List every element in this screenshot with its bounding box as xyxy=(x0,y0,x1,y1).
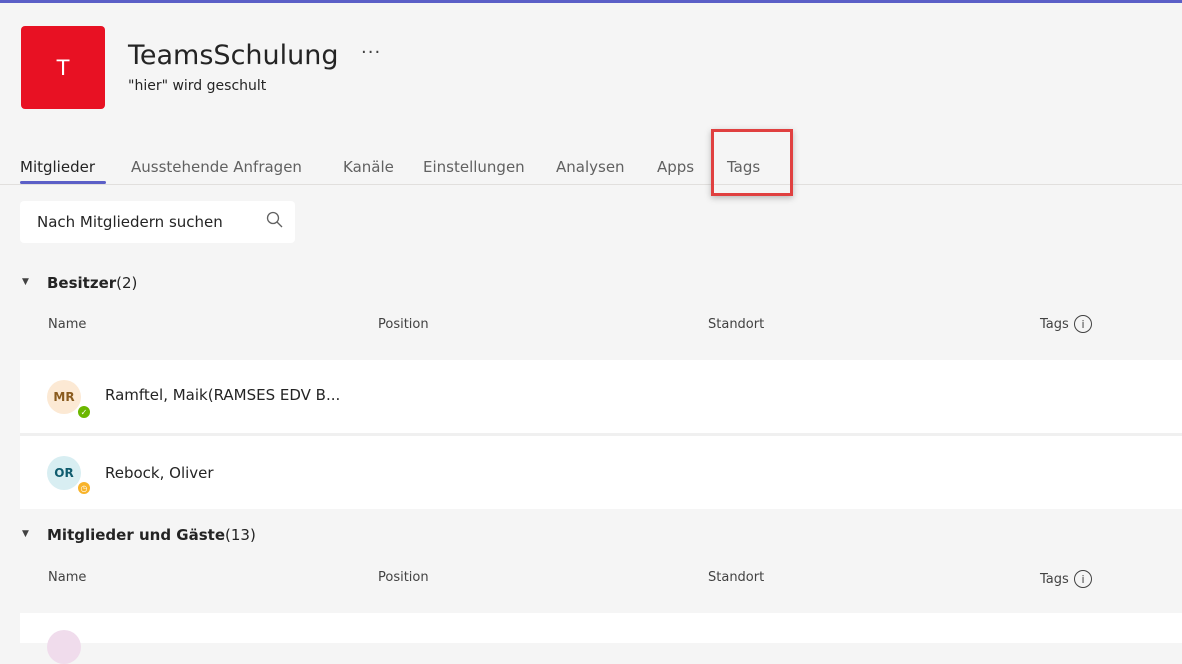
member-name[interactable]: Ramftel, Maik(RAMSES EDV B... xyxy=(105,386,340,404)
members-guests-count: (13) xyxy=(225,526,256,544)
column-header-location[interactable]: Standort xyxy=(708,317,764,332)
column-header-position[interactable]: Position xyxy=(378,317,429,332)
tab-einstellungen[interactable]: Einstellungen xyxy=(423,158,525,176)
more-options-icon[interactable]: ··· xyxy=(361,42,381,63)
avatar[interactable] xyxy=(47,630,81,664)
team-initial: T xyxy=(56,55,70,80)
section-title-owners: Besitzer xyxy=(47,274,117,292)
collapse-caret-icon[interactable]: ▼ xyxy=(22,277,29,287)
column-header-tags[interactable]: Tags xyxy=(1040,572,1069,587)
member-search-input[interactable]: Nach Mitgliedern suchen xyxy=(20,201,295,243)
member-name[interactable]: Rebock, Oliver xyxy=(105,464,214,482)
presence-available-icon: ✓ xyxy=(76,404,92,420)
tabs-divider xyxy=(0,184,1182,185)
member-row[interactable]: OR ◷ Rebock, Oliver xyxy=(20,436,1182,509)
column-header-name[interactable]: Name xyxy=(48,570,86,585)
team-tabs: Mitglieder Ausstehende Anfragen Kanäle E… xyxy=(0,156,1182,186)
tab-apps[interactable]: Apps xyxy=(657,158,694,176)
member-row[interactable] xyxy=(20,613,1182,664)
info-icon[interactable]: i xyxy=(1074,315,1092,333)
column-header-location[interactable]: Standort xyxy=(708,570,764,585)
info-icon[interactable]: i xyxy=(1074,570,1092,588)
team-description: "hier" wird geschult xyxy=(128,78,267,94)
owners-count: (2) xyxy=(116,274,138,292)
column-header-name[interactable]: Name xyxy=(48,317,86,332)
tab-kanaele[interactable]: Kanäle xyxy=(343,158,394,176)
member-row[interactable]: MR ✓ Ramftel, Maik(RAMSES EDV B... xyxy=(20,360,1182,433)
tab-ausstehende-anfragen[interactable]: Ausstehende Anfragen xyxy=(131,158,302,176)
tab-mitglieder[interactable]: Mitglieder xyxy=(20,158,95,176)
avatar-initials: OR xyxy=(54,466,74,480)
tags-tab-highlight xyxy=(711,129,793,196)
search-icon[interactable] xyxy=(265,210,285,230)
column-header-position[interactable]: Position xyxy=(378,570,429,585)
team-avatar: T xyxy=(21,26,105,109)
top-accent-line xyxy=(0,0,1182,3)
search-placeholder: Nach Mitgliedern suchen xyxy=(37,213,223,231)
section-title-members-guests: Mitglieder und Gäste xyxy=(47,526,225,544)
presence-away-icon: ◷ xyxy=(76,480,92,496)
team-name: TeamsSchulung xyxy=(128,40,339,71)
column-header-tags[interactable]: Tags xyxy=(1040,317,1069,332)
avatar-initials: MR xyxy=(53,390,75,404)
tab-analysen[interactable]: Analysen xyxy=(556,158,625,176)
collapse-caret-icon[interactable]: ▼ xyxy=(22,529,29,539)
